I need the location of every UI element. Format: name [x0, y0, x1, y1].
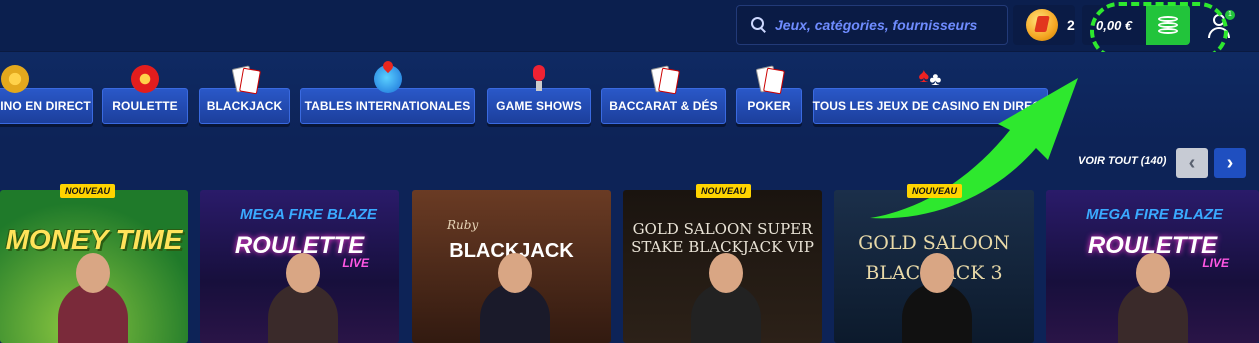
carousel-prev-button[interactable]: ‹ [1176, 148, 1208, 178]
category-all-live-casino[interactable]: TOUS LES JEUX DE CASINO EN DIRECT [813, 65, 1048, 124]
game-card-gold-saloon-blackjack-3[interactable]: GOLD SALOON BLACKJACK 3 [834, 190, 1034, 343]
dealer-image [480, 253, 550, 343]
dealer-image [691, 253, 761, 343]
search-input[interactable] [775, 17, 995, 33]
microphone-icon [525, 65, 553, 93]
search-bar[interactable] [736, 5, 1008, 45]
globe-icon [373, 65, 402, 93]
notification-badge: 1 [1225, 10, 1235, 20]
category-blackjack[interactable]: BLACKJACK [199, 88, 290, 124]
new-badge: NOUVEAU [696, 184, 752, 198]
dealer-icon [1, 65, 29, 93]
category-international-tables[interactable]: TABLES INTERNATIONALES [300, 65, 475, 124]
category-live-casino[interactable]: SINO EN DIRECT [0, 65, 93, 124]
game-subtitle: MEGA FIRE BLAZE [240, 206, 377, 223]
chips-icon [917, 65, 945, 93]
search-icon [751, 17, 767, 33]
category-roulette[interactable]: ROULETTE [102, 65, 188, 124]
dealer-image [902, 253, 972, 343]
live-label: LIVE [1202, 256, 1229, 270]
tokens-count: 2 [1067, 17, 1075, 33]
game-subtitle: Ruby [447, 218, 479, 232]
category-poker[interactable]: POKER [736, 88, 802, 124]
dealer-image [1118, 253, 1188, 343]
cards-icon [755, 65, 783, 93]
game-card-mega-fire-blaze-roulette[interactable]: MEGA FIRE BLAZE ROULETTE LIVE [200, 190, 399, 343]
token-icon [1026, 9, 1058, 41]
roulette-icon [131, 65, 159, 93]
live-label: LIVE [342, 256, 369, 270]
game-card-money-time[interactable]: MONEY TIME [0, 190, 188, 343]
game-title: GOLD SALOON SUPER STAKE BLACKJACK VIP [631, 220, 814, 256]
game-card-gold-saloon-vip[interactable]: GOLD SALOON SUPER STAKE BLACKJACK VIP [623, 190, 822, 343]
game-card-mega-fire-blaze-roulette[interactable]: MEGA FIRE BLAZE ROULETTE LIVE [1046, 190, 1259, 343]
new-badge: NOUVEAU [60, 184, 116, 198]
chevron-left-icon: ‹ [1188, 151, 1196, 174]
dealer-image [268, 253, 338, 343]
game-card-ruby-blackjack[interactable]: Ruby BLACKJACK [412, 190, 611, 343]
cards-icon [650, 65, 678, 93]
top-bar: 2 0,00 € 1 [0, 0, 1259, 52]
category-game-shows[interactable]: GAME SHOWS [487, 65, 591, 124]
chevron-right-icon: › [1226, 151, 1234, 174]
tokens-button[interactable]: 2 [1013, 5, 1075, 45]
new-badge: NOUVEAU [907, 184, 963, 198]
view-all-link[interactable]: VOIR TOUT (140) [1078, 155, 1166, 167]
cards-icon [231, 65, 259, 93]
game-title: MONEY TIME [5, 224, 183, 255]
dealer-image [58, 253, 128, 343]
carousel-next-button[interactable]: › [1214, 148, 1246, 178]
category-baccarat-dice[interactable]: BACCARAT & DÉS [601, 88, 726, 124]
category-nav: SINO EN DIRECT ROULETTE BLACKJACK TABLES… [0, 52, 1259, 140]
game-subtitle: MEGA FIRE BLAZE [1086, 206, 1223, 223]
